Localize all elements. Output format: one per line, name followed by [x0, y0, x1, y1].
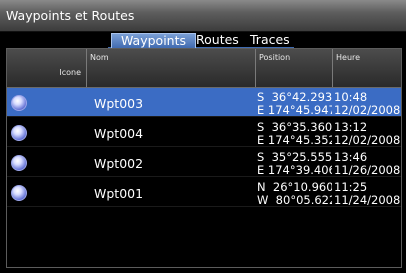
- waypoint-date: 12/02/2008: [334, 132, 400, 146]
- waypoint-position: S 35°25.555' E 174°39.406': [257, 151, 332, 176]
- window-title: Waypoints et Routes: [6, 8, 135, 23]
- table-header: Icone Nom Position Heure: [7, 49, 401, 88]
- waypoint-date: 11/26/2008: [334, 162, 400, 176]
- column-header-time[interactable]: Heure: [332, 49, 402, 87]
- waypoint-time: 13:46 11/26/2008: [334, 151, 400, 176]
- table-row[interactable]: Wpt004 S 36°35.360' E 174°45.352' 13:12 …: [7, 118, 401, 147]
- waypoint-name: Wpt004: [94, 126, 144, 141]
- waypoint-circle-icon: [11, 155, 27, 171]
- table-row[interactable]: Wpt002 S 35°25.555' E 174°39.406' 13:46 …: [7, 148, 401, 177]
- waypoint-position: N 26°10.960' W 80°05.622': [257, 181, 332, 206]
- column-header-position[interactable]: Position: [255, 49, 332, 87]
- table-row[interactable]: Wpt001 N 26°10.960' W 80°05.622' 11:25 1…: [7, 178, 401, 207]
- waypoint-longitude: E 174°39.406': [257, 162, 332, 176]
- waypoint-circle-icon: [11, 95, 27, 111]
- waypoint-name: Wpt002: [94, 156, 144, 171]
- waypoint-circle-icon: [11, 125, 27, 141]
- waypoints-routes-window: Waypoints et Routes Waypoints Routes Tra…: [0, 0, 406, 273]
- table-body: Wpt003 S 36°42.293' E 174°45.947' 10:48 …: [7, 88, 401, 208]
- waypoint-position: S 36°42.293' E 174°45.947': [257, 91, 332, 116]
- waypoint-date: 11/24/2008: [334, 192, 400, 206]
- waypoint-date: 12/02/2008: [334, 102, 400, 116]
- waypoint-longitude: W 80°05.622': [257, 192, 332, 206]
- table-row[interactable]: Wpt003 S 36°42.293' E 174°45.947' 10:48 …: [7, 88, 401, 117]
- waypoint-longitude: E 174°45.947': [257, 102, 332, 116]
- waypoint-time: 11:25 11/24/2008: [334, 181, 400, 206]
- waypoint-name: Wpt003: [94, 96, 144, 111]
- waypoint-time: 10:48 12/02/2008: [334, 91, 400, 116]
- tab-traces[interactable]: Traces: [250, 33, 290, 47]
- waypoint-name: Wpt001: [94, 186, 144, 201]
- waypoint-time: 13:12 12/02/2008: [334, 121, 400, 146]
- tab-strip: Waypoints Routes Traces: [0, 32, 406, 49]
- waypoint-position: S 36°35.360' E 174°45.352': [257, 121, 332, 146]
- tab-routes[interactable]: Routes: [196, 33, 239, 47]
- title-bar: Waypoints et Routes: [0, 0, 406, 32]
- column-header-icon[interactable]: Icone: [7, 49, 85, 87]
- waypoint-longitude: E 174°45.352': [257, 132, 332, 146]
- tab-waypoints[interactable]: Waypoints: [111, 33, 197, 49]
- waypoint-table: Icone Nom Position Heure Wpt003 S 36°42.…: [6, 48, 402, 268]
- waypoint-circle-icon: [11, 185, 27, 201]
- column-header-name[interactable]: Nom: [86, 49, 255, 87]
